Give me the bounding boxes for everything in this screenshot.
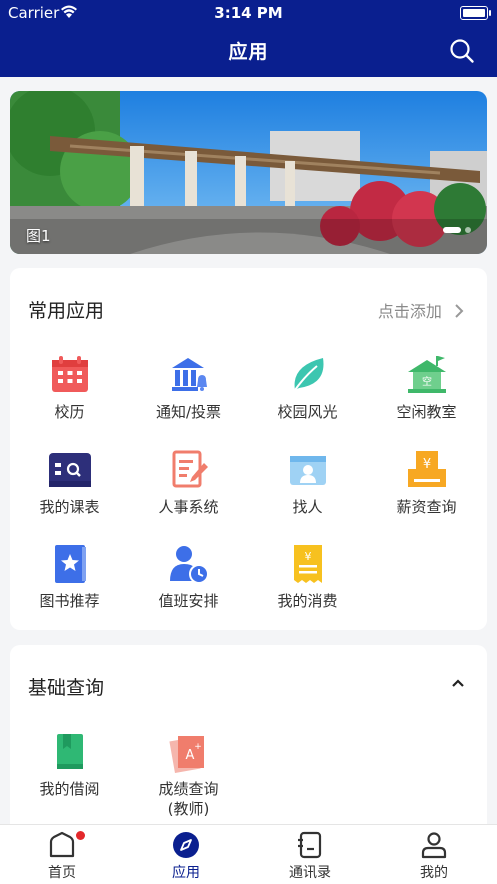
- svg-text:空: 空: [422, 375, 432, 388]
- app-calendar[interactable]: 校历: [10, 354, 129, 422]
- chevron-right-icon: [455, 304, 464, 318]
- notification-badge: [76, 831, 85, 840]
- app-timetable[interactable]: 我的课表: [10, 449, 129, 517]
- svg-text:¥: ¥: [304, 550, 311, 563]
- app-book-recommend[interactable]: 图书推荐: [10, 543, 129, 611]
- banner-caption: 图1: [26, 227, 51, 245]
- app-label: 校历: [54, 403, 85, 421]
- tab-home[interactable]: 首页: [0, 831, 124, 882]
- battery-icon: [460, 6, 491, 20]
- app-label: 我的借阅: [39, 780, 100, 798]
- grade-icon: A +: [168, 736, 204, 773]
- duty-icon: [169, 546, 209, 584]
- tab-label: 应用: [172, 865, 200, 881]
- carousel-indicator[interactable]: [439, 219, 471, 238]
- basic-query-title: 基础查询: [28, 677, 105, 699]
- home-icon: [49, 831, 75, 858]
- carousel-dot-active[interactable]: [443, 226, 461, 233]
- app-find-person[interactable]: 找人: [248, 449, 367, 517]
- app-notice-vote[interactable]: 通知/投票: [129, 354, 248, 422]
- app-label-line2: (教师): [167, 800, 210, 818]
- clock: 3:14 PM: [214, 4, 283, 22]
- notice-icon: [171, 358, 207, 391]
- app-label: 人事系统: [158, 498, 219, 516]
- banner-carousel[interactable]: 图1: [10, 91, 487, 254]
- tab-label: 通讯录: [289, 865, 331, 881]
- app-label: 找人: [292, 498, 323, 516]
- page-title: 应用: [228, 41, 269, 63]
- app-label: 我的课表: [39, 498, 100, 516]
- app-label: 通知/投票: [155, 403, 222, 421]
- receipt-icon: ¥: [293, 545, 322, 583]
- add-apps-label: 点击添加: [377, 302, 442, 321]
- calendar-icon: [51, 356, 88, 392]
- app-hr-system[interactable]: 人事系统: [129, 449, 248, 517]
- app-label: 我的消费: [277, 592, 338, 610]
- status-bar: Carrier 3:14 PM: [0, 0, 497, 26]
- tab-apps[interactable]: 应用: [124, 831, 248, 882]
- app-my-borrowing[interactable]: 我的借阅: [10, 731, 129, 799]
- svg-text:A: A: [185, 748, 194, 763]
- person-icon: [421, 832, 447, 859]
- tab-label: 首页: [48, 865, 76, 881]
- search-icon[interactable]: [449, 38, 475, 64]
- find-person-icon: [289, 456, 326, 485]
- timetable-icon: [48, 453, 91, 487]
- salary-icon: ¥: [407, 451, 446, 487]
- app-grade-query-teacher[interactable]: A + 成绩查询 (教师): [129, 731, 248, 819]
- book-star-icon: [54, 545, 86, 583]
- banner-image: [10, 91, 487, 254]
- contacts-icon: [298, 831, 322, 859]
- carousel-dot[interactable]: [465, 226, 471, 233]
- svg-text:+: +: [194, 742, 202, 752]
- tab-mine[interactable]: 我的: [372, 831, 496, 882]
- classroom-icon: 空: [407, 356, 446, 393]
- borrow-book-icon: [56, 734, 83, 769]
- svg-text:¥: ¥: [422, 457, 430, 472]
- app-duty-schedule[interactable]: 值班安排: [129, 543, 248, 611]
- tab-label: 我的: [420, 865, 448, 881]
- chevron-up-icon[interactable]: [451, 678, 465, 688]
- tab-bar: 首页 应用 通讯录 我的: [0, 824, 497, 884]
- tab-contacts[interactable]: 通讯录: [248, 831, 372, 882]
- compass-icon: [173, 832, 199, 858]
- app-label: 图书推荐: [39, 592, 100, 610]
- app-label: 空闲教室: [396, 403, 457, 421]
- basic-query-card: 基础查询 我的借阅 A + 成绩查询 (教师): [10, 645, 487, 845]
- app-campus-scenery[interactable]: 校园风光: [248, 354, 367, 422]
- app-my-consumption[interactable]: ¥ 我的消费: [248, 543, 367, 611]
- top-bar: Carrier 3:14 PM 应用: [0, 0, 497, 77]
- common-apps-title: 常用应用: [28, 300, 105, 322]
- app-salary-query[interactable]: ¥ 薪资查询: [367, 449, 486, 517]
- leaf-icon: [293, 358, 323, 391]
- app-label: 薪资查询: [396, 498, 457, 516]
- app-free-classroom[interactable]: 空 空闲教室: [367, 354, 486, 422]
- common-apps-card: 常用应用 点击添加 校历 通知/投票 校园风光 空 空闲教室 我的课表 人事系统…: [10, 268, 487, 630]
- app-label-line1: 成绩查询: [158, 780, 219, 798]
- hr-icon: [172, 450, 208, 488]
- app-label: 值班安排: [158, 592, 219, 610]
- app-label: 校园风光: [277, 403, 338, 421]
- add-apps-link[interactable]: 点击添加: [378, 298, 465, 322]
